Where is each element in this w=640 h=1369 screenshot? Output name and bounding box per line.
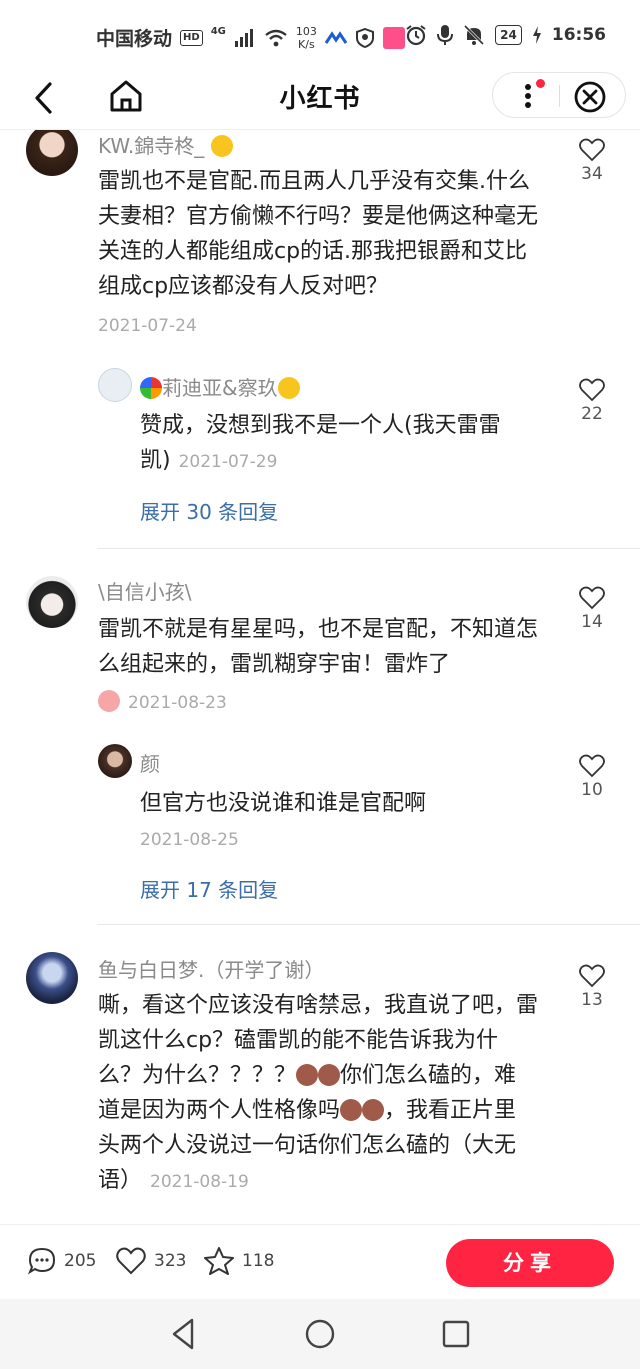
reply-date: 2021-07-29 — [178, 452, 278, 472]
expand-replies-link[interactable]: 展开 17 条回复 — [140, 874, 278, 903]
speed-value: 103 — [295, 24, 317, 38]
like-count: 34 — [581, 164, 603, 184]
mushroom-emoji-icon — [362, 1099, 385, 1121]
mushroom-emoji-icon — [340, 1099, 363, 1121]
reply-username[interactable]: 颜 — [140, 748, 160, 777]
star-icon — [204, 1247, 234, 1275]
like-button[interactable]: 13 — [572, 964, 612, 1010]
smile-emoji-icon — [210, 135, 233, 157]
mute-bell-icon — [464, 24, 485, 46]
star-emoji-icon — [277, 377, 300, 399]
clock: 16:56 — [551, 25, 606, 45]
like-button[interactable]: 14 — [572, 586, 612, 632]
bottom-action-bar: 205 323 118 分享 — [0, 1224, 640, 1299]
nav-home-icon[interactable] — [302, 1316, 338, 1352]
wifi-icon — [265, 29, 287, 46]
like-button[interactable]: 34 — [572, 138, 612, 184]
comment-text[interactable]: 嘶，看这个应该没有啥禁忌，我直说了吧，雷凯这什么cp？磕雷凯的能不能告诉我为什么… — [98, 988, 538, 1200]
mushroom-emoji-icon — [296, 1064, 319, 1086]
comment-text[interactable]: 雷凯也不是官配.而且两人几乎没有交集.什么夫妻相？官方偷懒不行吗？要是他俩这种毫… — [98, 164, 548, 304]
comment-list: KW.錦寺柊_ 雷凯也不是官配.而且两人几乎没有交集.什么夫妻相？官方偷懒不行吗… — [0, 130, 640, 1224]
like-button[interactable]: 10 — [572, 754, 612, 800]
avatar[interactable] — [26, 130, 78, 176]
network-speed: 103 K/s — [296, 25, 317, 51]
mic-icon — [437, 25, 454, 45]
battery-indicator: 24 — [495, 25, 522, 45]
close-icon[interactable] — [573, 80, 607, 114]
comment-count: 205 — [64, 1251, 97, 1271]
comment-date: 2021-08-19 — [150, 1172, 249, 1192]
app-badge-icon — [382, 26, 405, 49]
heart-icon — [579, 378, 605, 402]
comment-icon — [28, 1247, 56, 1275]
heart-icon — [579, 586, 605, 610]
like-count: 13 — [581, 990, 603, 1010]
divider — [97, 924, 640, 925]
comment-date: 2021-07-24 — [98, 316, 197, 336]
nav-back-icon[interactable] — [166, 1316, 202, 1352]
reply-text[interactable]: 但官方也没说谁和谁是官配啊 — [140, 786, 540, 821]
comment-username[interactable]: 鱼与白日梦.（开学了谢） — [98, 954, 324, 983]
like-count: 14 — [581, 612, 603, 632]
comment-username[interactable]: \自信小孩\ — [98, 576, 191, 605]
heart-icon — [579, 964, 605, 988]
comment-date-line: 2021-08-23 — [98, 690, 227, 713]
likes-count: 323 — [154, 1251, 187, 1271]
comment-button[interactable]: 205 — [28, 1247, 96, 1275]
speed-unit: K/s — [298, 37, 315, 51]
capsule-divider — [559, 85, 560, 107]
like-post-button[interactable]: 323 — [116, 1247, 186, 1275]
expand-replies-link[interactable]: 展开 30 条回复 — [140, 496, 278, 525]
avatar[interactable] — [98, 744, 132, 778]
notification-dot — [536, 79, 545, 88]
alarm-icon — [406, 25, 426, 46]
reply-date: 2021-08-25 — [140, 830, 239, 850]
share-button[interactable]: 分享 — [446, 1239, 614, 1287]
charging-icon — [532, 26, 541, 44]
comment-text[interactable]: 雷凯不就是有星星吗，也不是官配，不知道怎么组起来的，雷凯糊穿宇宙！雷炸了 — [98, 612, 548, 682]
network-type: 4G — [210, 26, 226, 37]
divider — [97, 548, 640, 549]
signal-icon — [234, 28, 253, 47]
favorites-count: 118 — [242, 1251, 275, 1271]
status-bar: 中国移动 HD 4G 103 K/s 24 16:56 — [0, 0, 640, 72]
header-bar: 小红书 — [0, 72, 640, 130]
reply-username[interactable]: 莉迪亚&察玖 — [140, 372, 300, 401]
heart-icon — [579, 754, 605, 778]
avatar[interactable] — [26, 576, 78, 628]
avatar[interactable] — [98, 368, 132, 402]
angry-emoji-icon — [98, 690, 120, 712]
mini-program-capsule — [492, 72, 626, 118]
favorite-button[interactable]: 118 — [204, 1247, 274, 1275]
status-right: 24 16:56 — [405, 24, 606, 46]
heart-icon — [579, 138, 605, 162]
like-button[interactable]: 22 — [572, 378, 612, 424]
rainbow-emoji-icon — [140, 377, 162, 399]
like-count: 22 — [581, 404, 603, 424]
avatar[interactable] — [26, 952, 78, 1004]
comment-date: 2021-08-23 — [128, 693, 227, 713]
heart-icon — [116, 1247, 146, 1275]
carrier-name: 中国移动 — [96, 28, 173, 50]
nav-recents-icon[interactable] — [438, 1316, 474, 1352]
like-count: 10 — [581, 780, 603, 800]
shield-icon — [355, 27, 374, 48]
hd-badge: HD — [180, 29, 203, 46]
app-notification-icon — [324, 30, 347, 44]
comment-username[interactable]: KW.錦寺柊_ — [98, 130, 233, 159]
mushroom-emoji-icon — [318, 1064, 341, 1086]
status-left: 中国移动 HD 4G 103 K/s — [96, 24, 405, 51]
reply-text[interactable]: 赞成，没想到我不是一个人(我天雷雷凯) 2021-07-29 — [140, 408, 540, 480]
system-nav-bar — [0, 1299, 640, 1369]
